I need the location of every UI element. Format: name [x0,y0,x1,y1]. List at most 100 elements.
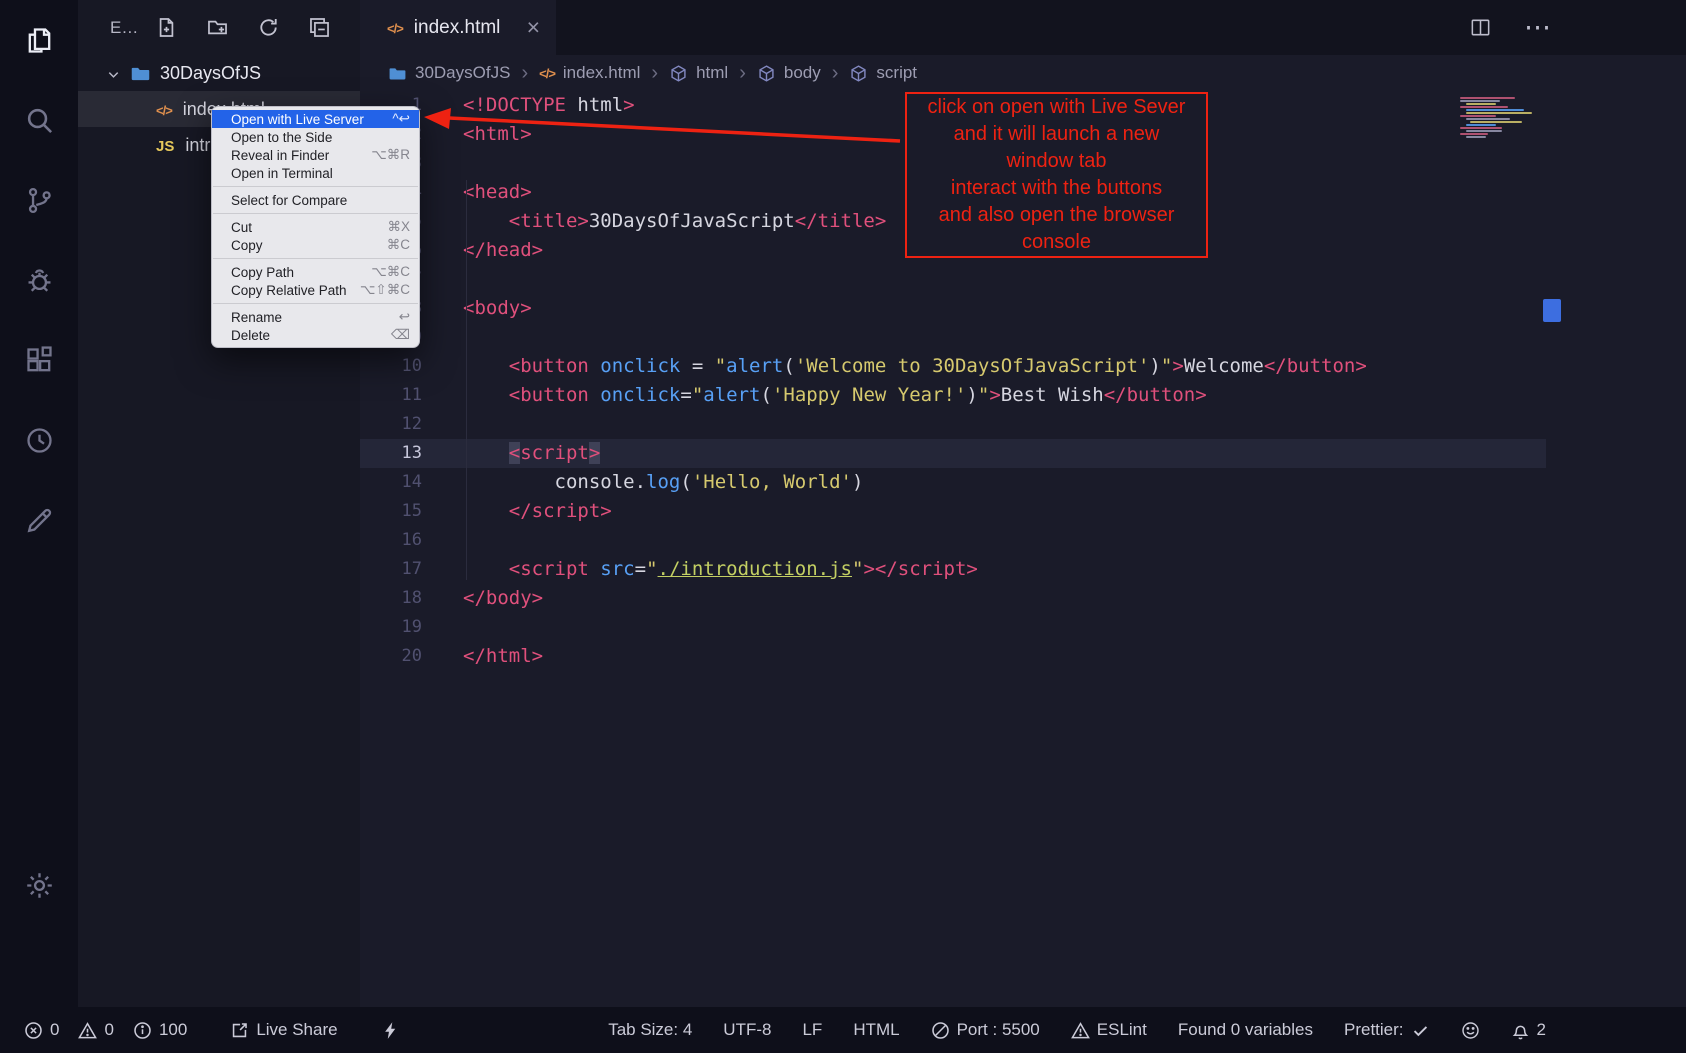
menu-item-open-in-terminal[interactable]: Open in Terminal [212,164,419,182]
menu-item-open-to-the-side[interactable]: Open to the Side [212,128,419,146]
status-found-0-variables[interactable]: Found 0 variables [1178,1020,1313,1040]
menu-item-label: Rename [231,310,282,325]
line-number: 18 [360,584,422,613]
extensions-icon [24,345,55,376]
menu-item-reveal-in-finder[interactable]: Reveal in Finder⌥⌘R [212,146,419,164]
code-line-14[interactable]: 14 console.log('Hello, World') [360,468,1686,497]
chevron-right-icon: › [739,63,746,83]
line-number: 15 [360,497,422,526]
minimap[interactable] [1454,93,1546,142]
menu-item-label: Open with Live Server [231,112,364,127]
line-content: <body> [422,294,532,323]
code-line-20[interactable]: 20</html> [360,642,1686,671]
status-live-share[interactable]: Live Share [230,1020,337,1040]
code-line-11[interactable]: 11 <button onclick="alert('Happy New Yea… [360,381,1686,410]
status-left: 00 100 Live Share [24,1020,419,1040]
line-content: </html> [422,642,543,671]
status-0[interactable]: 0 [24,1020,59,1040]
status-label: 0 [50,1020,59,1040]
menu-shortcut: ↩ [399,309,410,325]
line-number: 14 [360,468,422,497]
status-eslint[interactable]: ESLint [1071,1020,1147,1040]
tab-index-html[interactable]: </> index.html × [360,0,556,55]
breadcrumb-script[interactable]: script [849,63,917,83]
code-line-13[interactable]: 13 <script> [360,439,1546,468]
status-prettier[interactable]: Prettier: [1344,1020,1430,1040]
status-label: ESLint [1097,1020,1147,1040]
smiley-icon [1461,1021,1480,1040]
breadcrumb-html[interactable]: html [669,63,728,83]
status-utf-8[interactable]: UTF-8 [723,1020,771,1040]
menu-shortcut: ⌥⌘R [371,147,410,163]
menu-item-copy-relative-path[interactable]: Copy Relative Path⌥⇧⌘C [212,281,419,299]
code-line-18[interactable]: 18</body> [360,584,1686,613]
code-line-16[interactable]: 16 [360,526,1686,555]
line-content: <html> [422,120,532,149]
js-file-icon: JS [156,135,174,156]
status-label: Live Share [256,1020,337,1040]
menu-item-delete[interactable]: Delete⌫ [212,326,419,344]
explorer-header: E… [78,0,360,55]
status-0[interactable]: 0 [78,1020,113,1040]
history-button[interactable] [14,412,64,468]
chevron-down-icon [106,66,121,81]
collapse-all-icon[interactable] [309,17,330,38]
breadcrumb-30daysofjs[interactable]: 30DaysOfJS [388,63,510,83]
code-line-15[interactable]: 15 </script> [360,497,1686,526]
code-line-8[interactable]: 8<body> [360,294,1686,323]
menu-item-label: Copy Path [231,265,294,280]
menu-shortcut: ⌥⌘C [371,264,410,280]
menu-item-open-with-live-server[interactable]: Open with Live Server^↩ [212,110,419,128]
new-folder-icon[interactable] [207,17,228,38]
menu-item-copy[interactable]: Copy⌘C [212,236,419,254]
feedback-button[interactable] [14,492,64,548]
split-editor-icon[interactable] [1469,16,1492,39]
status-port-5500[interactable]: Port : 5500 [931,1020,1040,1040]
close-icon[interactable]: × [527,16,540,39]
menu-item-cut[interactable]: Cut⌘X [212,218,419,236]
breadcrumb-index-html[interactable]: </>index.html [539,63,640,83]
code-line-9[interactable]: 9 [360,323,1686,352]
breadcrumb-body[interactable]: body [757,63,821,83]
code-line-10[interactable]: 10 <button onclick = "alert('Welcome to … [360,352,1686,381]
new-file-icon[interactable] [156,17,177,38]
code-line-19[interactable]: 19 [360,613,1686,642]
html-file-icon: </> [539,66,555,81]
more-actions-icon[interactable]: ⋯ [1524,12,1552,43]
refresh-icon[interactable] [258,17,279,38]
source-control-button[interactable] [14,172,64,228]
status-html[interactable]: HTML [853,1020,899,1040]
status-tab-size-4[interactable]: Tab Size: 4 [608,1020,692,1040]
status-label: LF [802,1020,822,1040]
line-number: 11 [360,381,422,410]
line-content [422,410,463,439]
status-lf[interactable]: LF [802,1020,822,1040]
extensions-button[interactable] [14,332,64,388]
status-2[interactable]: 2 [1511,1020,1546,1040]
code-line-7[interactable]: 7 [360,265,1686,294]
menu-item-rename[interactable]: Rename ↩ [212,308,419,326]
line-content: </body> [422,584,543,613]
menu-item-label: Select for Compare [231,193,347,208]
status-smiley[interactable] [1461,1021,1480,1040]
settings-button[interactable] [14,857,64,913]
menu-item-select-for-compare[interactable]: Select for Compare [212,191,419,209]
gear-icon [24,870,55,901]
status-lightning[interactable] [381,1021,400,1040]
code-line-17[interactable]: 17 <script src="./introduction.js"></scr… [360,555,1686,584]
chevron-right-icon: › [521,63,528,83]
search-icon [24,105,55,136]
tree-root-folder[interactable]: 30DaysOfJS [78,55,360,91]
menu-item-copy-path[interactable]: Copy Path ⌥⌘C [212,263,419,281]
line-content [422,265,463,294]
vscode-window: E… 30DaysOfJS </>index.htmlJSintroductio… [0,0,1686,1053]
explorer-button[interactable] [14,12,64,68]
code-line-12[interactable]: 12 [360,410,1686,439]
menu-separator [213,186,418,187]
search-button[interactable] [14,92,64,148]
info-circle-icon [133,1021,152,1040]
cube-icon [849,64,868,83]
debug-button[interactable] [14,252,64,308]
status-100[interactable]: 100 [133,1020,187,1040]
explorer-toolbar [156,17,330,38]
